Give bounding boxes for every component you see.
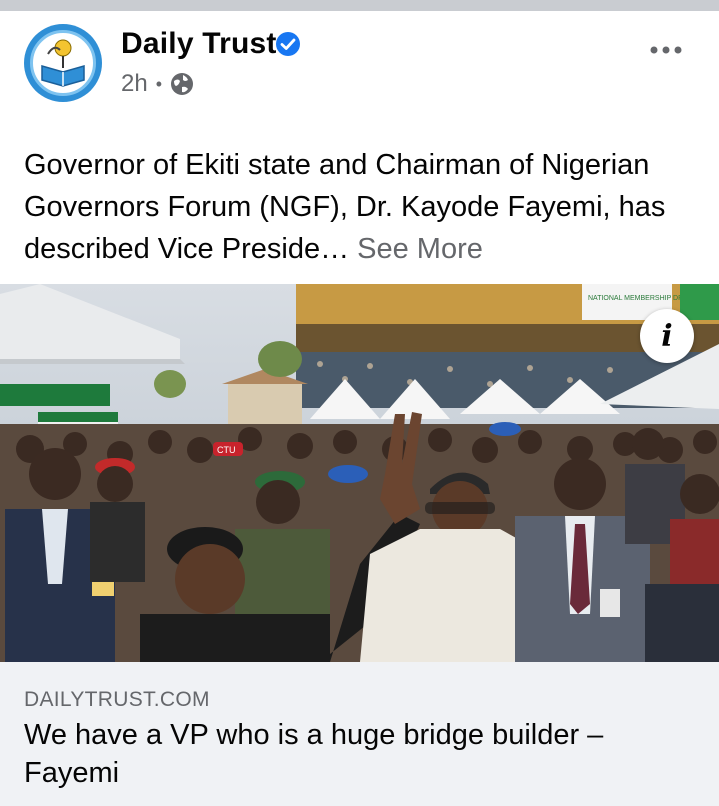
- crowd-photo-illustration: NATIONAL MEMBERSHIP DRIVE CTU: [0, 284, 719, 662]
- post-timestamp[interactable]: 2h: [121, 70, 148, 98]
- link-domain: DAILYTRUST.COM: [24, 688, 210, 711]
- top-divider: [0, 0, 719, 11]
- link-headline[interactable]: We have a VP who is a huge bridge builde…: [24, 716, 704, 792]
- cap-text: CTU: [217, 445, 236, 455]
- post-photo[interactable]: NATIONAL MEMBERSHIP DRIVE CTU: [0, 284, 719, 662]
- see-more-link[interactable]: See More: [357, 233, 483, 265]
- post-meta: 2h •: [121, 70, 194, 98]
- daily-trust-logo-icon: [41, 39, 85, 87]
- post-text: Governor of Ekiti state and Chairman of …: [24, 144, 704, 270]
- post-body: Governor of Ekiti state and Chairman of …: [24, 149, 666, 265]
- page-avatar[interactable]: [24, 24, 102, 102]
- stadium-banner-text: NATIONAL MEMBERSHIP DRIVE: [588, 295, 695, 302]
- globe-icon: [171, 73, 194, 95]
- meta-separator: •: [155, 73, 163, 94]
- verified-badge-icon: [276, 32, 300, 56]
- more-options-icon[interactable]: [648, 40, 684, 60]
- info-button[interactable]: i: [640, 309, 694, 363]
- info-icon: i: [661, 318, 673, 354]
- page-name[interactable]: Daily Trust: [121, 27, 277, 61]
- post-header: [0, 11, 719, 141]
